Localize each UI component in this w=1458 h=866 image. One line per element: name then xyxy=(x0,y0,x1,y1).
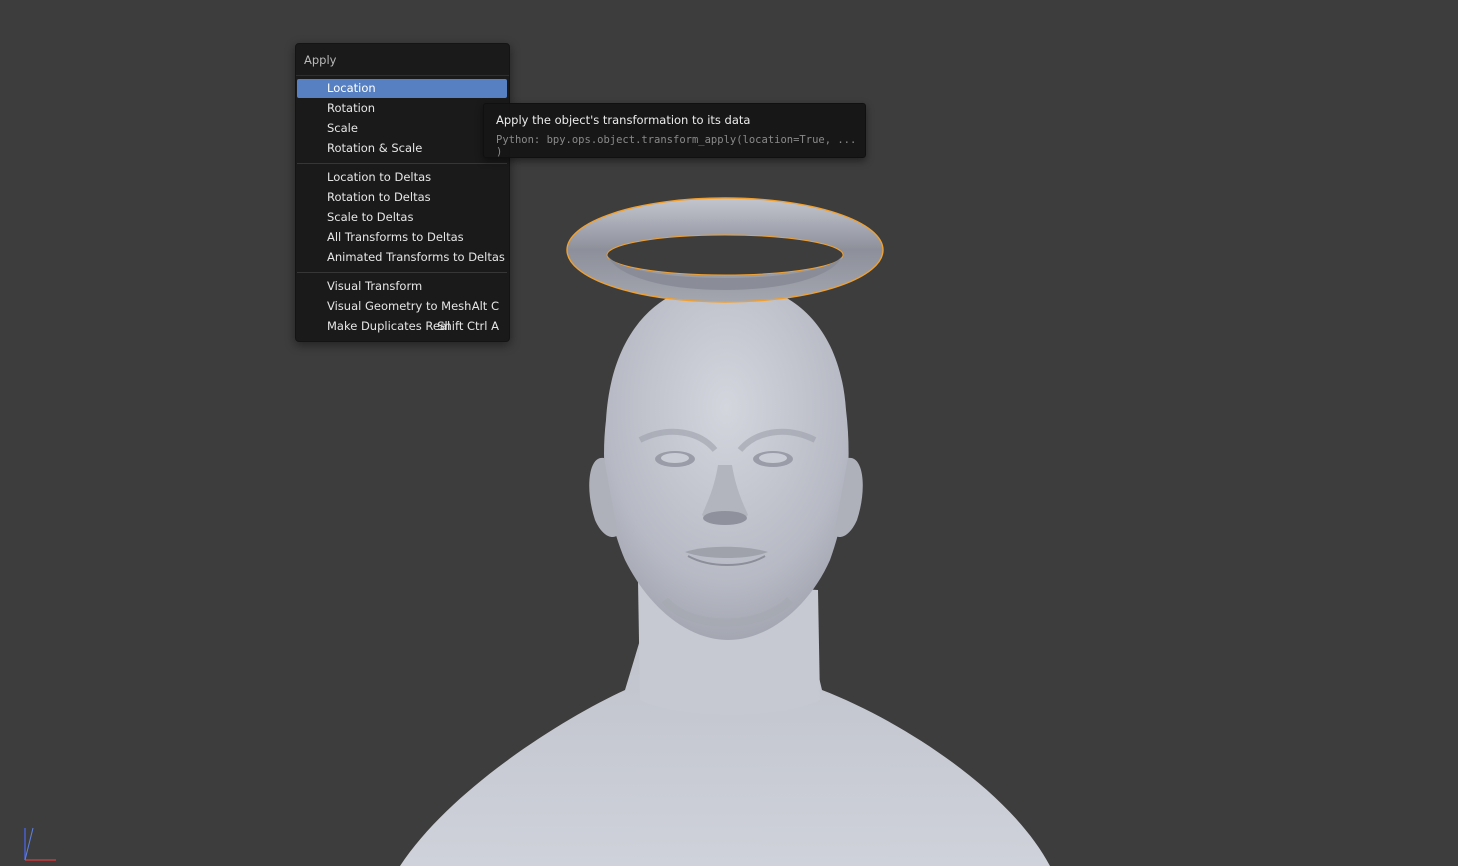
menu-item-label: Visual Transform xyxy=(327,279,423,293)
menu-item-label: Scale xyxy=(327,121,358,135)
menu-item-label: Location xyxy=(327,81,376,95)
menu-separator xyxy=(297,272,507,273)
shortcut-label: Shift Ctrl A xyxy=(437,319,499,333)
menu-item-label: All Transforms to Deltas xyxy=(327,230,464,244)
menu-item-label: Location to Deltas xyxy=(327,170,432,184)
axis-gizmo xyxy=(24,827,56,861)
menu-item-all-transforms-to-deltas[interactable]: All Transforms to Deltas xyxy=(297,228,507,247)
menu-item-label: Animated Transforms to Deltas xyxy=(327,250,505,264)
tooltip-python-command: Python: bpy.ops.object.transform_apply(l… xyxy=(496,134,857,158)
menu-item-label: Visual Geometry to Mesh xyxy=(327,299,472,313)
menu-item-animated-transforms-to-deltas[interactable]: Animated Transforms to Deltas xyxy=(297,248,507,267)
menu-item-label: Rotation xyxy=(327,101,376,115)
halo-torus[interactable] xyxy=(566,197,884,303)
menu-item-make-duplicates-real[interactable]: Make Duplicates Real Shift Ctrl A xyxy=(297,317,507,336)
menu-item-rotation[interactable]: Rotation xyxy=(297,99,507,118)
menu-item-location[interactable]: Location xyxy=(297,79,507,98)
menu-item-scale[interactable]: Scale xyxy=(297,119,507,138)
menu-item-visual-geometry-to-mesh[interactable]: Visual Geometry to Mesh Alt C xyxy=(297,297,507,316)
menu-item-rotation-scale[interactable]: Rotation & Scale xyxy=(297,139,507,158)
menu-item-rotation-to-deltas[interactable]: Rotation to Deltas xyxy=(297,188,507,207)
menu-item-label: Scale to Deltas xyxy=(327,210,414,224)
menu-item-label: Rotation & Scale xyxy=(327,141,423,155)
menu-separator xyxy=(297,163,507,164)
head-mesh[interactable] xyxy=(589,282,863,640)
shortcut-label: Alt C xyxy=(471,299,499,313)
apply-menu: Apply Location Rotation Scale Rotation &… xyxy=(295,43,510,342)
menu-item-label: Make Duplicates Real xyxy=(327,319,451,333)
menu-item-visual-transform[interactable]: Visual Transform xyxy=(297,277,507,296)
menu-title: Apply xyxy=(296,44,509,76)
menu-item-label: Rotation to Deltas xyxy=(327,190,431,204)
tooltip-title: Apply the object's transformation to its… xyxy=(496,113,751,127)
tooltip: Apply the object's transformation to its… xyxy=(483,103,866,158)
menu-item-scale-to-deltas[interactable]: Scale to Deltas xyxy=(297,208,507,227)
menu-item-location-to-deltas[interactable]: Location to Deltas xyxy=(297,168,507,187)
